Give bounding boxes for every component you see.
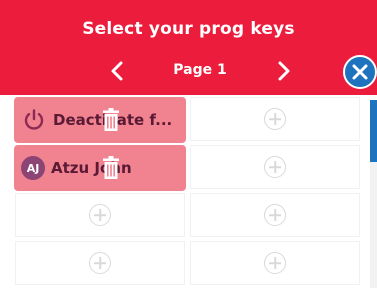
power-icon bbox=[21, 107, 47, 133]
page-indicator: Page 1 bbox=[173, 62, 227, 78]
close-icon bbox=[352, 64, 368, 80]
trash-icon[interactable] bbox=[102, 107, 120, 133]
plus-circle-icon bbox=[264, 156, 286, 178]
plus-circle-icon bbox=[264, 252, 286, 274]
scroll-thumb[interactable] bbox=[370, 100, 377, 162]
trash-icon[interactable] bbox=[102, 155, 120, 181]
prog-key-deactivate[interactable]: Deactivate f... bbox=[14, 97, 186, 143]
prev-page-button[interactable] bbox=[105, 57, 129, 85]
plus-circle-icon bbox=[264, 204, 286, 226]
empty-key-slot[interactable] bbox=[190, 241, 360, 285]
empty-key-slot[interactable] bbox=[190, 97, 360, 141]
close-button[interactable] bbox=[343, 55, 377, 89]
plus-circle-icon bbox=[89, 252, 111, 274]
page-title: Select your prog keys bbox=[82, 19, 295, 39]
avatar: AJ bbox=[21, 156, 45, 180]
chevron-right-icon bbox=[278, 61, 290, 81]
plus-circle-icon bbox=[264, 108, 286, 130]
next-page-button[interactable] bbox=[272, 57, 296, 85]
empty-key-slot[interactable] bbox=[15, 193, 185, 237]
empty-key-slot[interactable] bbox=[15, 241, 185, 285]
prog-key-contact[interactable]: AJ Atzu John bbox=[14, 145, 186, 191]
prog-key-grid: Deactivate f... AJ Atzu John bbox=[0, 95, 367, 288]
scrollbar[interactable] bbox=[370, 100, 377, 288]
plus-circle-icon bbox=[89, 204, 111, 226]
prog-keys-screen: Select your prog keys Page 1 Deactivate … bbox=[0, 0, 377, 288]
chevron-left-icon bbox=[111, 61, 123, 81]
header: Select your prog keys Page 1 bbox=[0, 0, 377, 95]
empty-key-slot[interactable] bbox=[190, 145, 360, 189]
empty-key-slot[interactable] bbox=[190, 193, 360, 237]
